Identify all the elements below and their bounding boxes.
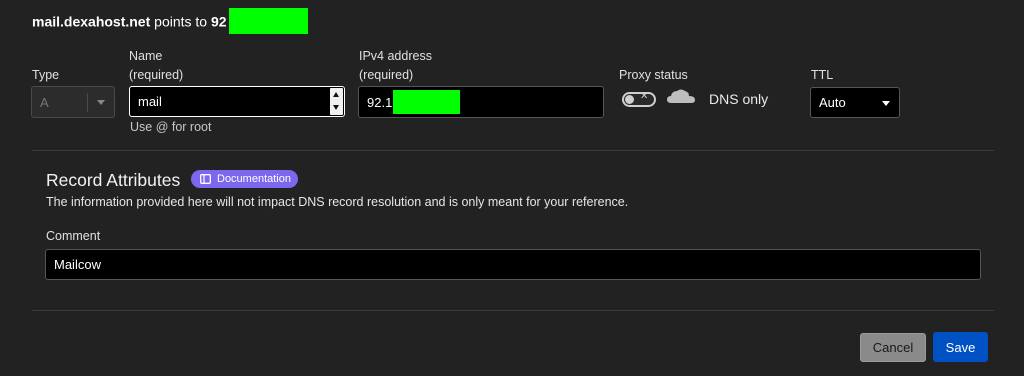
redaction-block	[393, 90, 461, 114]
type-value: A	[40, 94, 49, 110]
proxy-status-label: Proxy status	[619, 68, 688, 82]
record-summary-heading: mail.dexahost.net points to 92	[32, 8, 308, 34]
points-to-text: points to	[154, 13, 208, 30]
comment-label: Comment	[46, 229, 101, 243]
cancel-button[interactable]: Cancel	[860, 333, 926, 362]
proxy-status-text: DNS only	[709, 91, 769, 107]
ttl-value: Auto	[819, 95, 846, 110]
hostname-text: mail.dexahost.net	[32, 13, 151, 30]
proxy-toggle[interactable]: ✕	[622, 91, 656, 107]
comment-input[interactable]: Mailcow	[45, 249, 981, 280]
section-divider	[32, 150, 994, 151]
ipv4-label: IPv4 address	[359, 49, 432, 63]
type-select[interactable]: A	[31, 86, 115, 118]
close-icon: ✕	[640, 91, 649, 102]
name-input[interactable]: mail	[129, 86, 345, 117]
select-divider	[87, 93, 88, 112]
name-spinner[interactable]	[330, 88, 343, 115]
name-label: Name	[129, 49, 163, 63]
ipv4-value: 92.1	[367, 94, 393, 110]
book-icon	[200, 174, 211, 184]
spinner-up-icon[interactable]	[333, 92, 339, 97]
type-label: Type	[32, 68, 60, 82]
footer-divider	[32, 310, 994, 311]
cloud-icon	[667, 89, 695, 103]
redaction-block	[228, 8, 308, 34]
ipv4-input[interactable]: 92.1	[358, 86, 604, 118]
name-value: mail	[138, 94, 162, 109]
ttl-select[interactable]: Auto	[810, 87, 900, 118]
toggle-knob	[625, 95, 634, 104]
chevron-down-icon	[97, 100, 105, 105]
spinner-down-icon[interactable]	[333, 105, 339, 110]
documentation-label: Documentation	[217, 173, 291, 185]
ipv4-required-label: (required)	[359, 68, 414, 82]
documentation-link[interactable]: Documentation	[191, 170, 298, 188]
name-required-label: (required)	[129, 68, 184, 82]
ttl-label: TTL	[811, 68, 834, 82]
record-attributes-title: Record Attributes	[46, 170, 181, 190]
comment-value: Mailcow	[54, 257, 101, 272]
record-attributes-description: The information provided here will not i…	[46, 195, 629, 209]
name-hint: Use @ for root	[130, 120, 212, 134]
chevron-down-icon	[882, 101, 890, 106]
target-ip-prefix: 92	[210, 13, 227, 30]
save-button[interactable]: Save	[933, 332, 988, 362]
